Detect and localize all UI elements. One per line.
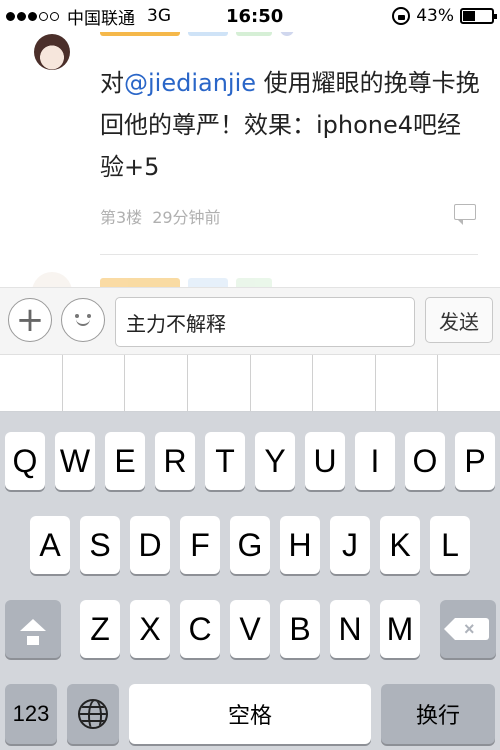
signal-strength-icon — [6, 11, 59, 21]
key-y[interactable]: Y — [255, 432, 295, 490]
key-t[interactable]: T — [205, 432, 245, 490]
key-m[interactable]: M — [380, 600, 420, 658]
key-z[interactable]: Z — [80, 600, 120, 658]
floor-number: 第3楼 — [100, 208, 143, 227]
return-key[interactable]: 换行 — [381, 684, 495, 744]
key-x[interactable]: X — [130, 600, 170, 658]
key-h[interactable]: H — [280, 516, 320, 574]
shift-icon[interactable] — [5, 600, 61, 658]
key-c[interactable]: C — [180, 600, 220, 658]
key-p[interactable]: P — [455, 432, 495, 490]
key-l[interactable]: L — [430, 516, 470, 574]
divider — [100, 254, 478, 255]
candidate-slot[interactable] — [125, 355, 188, 411]
key-a[interactable]: A — [30, 516, 70, 574]
emoji-icon[interactable] — [61, 298, 105, 342]
post-content: 对@jiedianjie 使用耀眼的挽尊卡挽回他的尊严！效果：iphone4吧经… — [100, 69, 480, 181]
numbers-key[interactable]: 123 — [5, 684, 57, 744]
orientation-lock-icon — [392, 7, 411, 25]
battery-percent: 43% — [416, 6, 454, 26]
mention-link[interactable]: @jiedianjie — [124, 69, 256, 97]
post-time: 29分钟前 — [152, 208, 221, 227]
key-b[interactable]: B — [280, 600, 320, 658]
key-s[interactable]: S — [80, 516, 120, 574]
reply-input[interactable]: 主力不解释 — [115, 297, 415, 347]
plus-icon[interactable]: + — [8, 298, 52, 342]
candidate-bar — [0, 355, 500, 412]
key-q[interactable]: Q — [5, 432, 45, 490]
comment-icon[interactable] — [454, 204, 476, 225]
candidate-slot[interactable] — [188, 355, 251, 411]
key-u[interactable]: U — [305, 432, 345, 490]
key-i[interactable]: I — [355, 432, 395, 490]
post-item: 对@jiedianjie 使用耀眼的挽尊卡挽回他的尊严！效果：iphone4吧经… — [0, 32, 500, 287]
key-w[interactable]: W — [55, 432, 95, 490]
key-e[interactable]: E — [105, 432, 145, 490]
key-v[interactable]: V — [230, 600, 270, 658]
key-d[interactable]: D — [130, 516, 170, 574]
candidate-slot[interactable] — [438, 355, 500, 411]
avatar[interactable] — [34, 34, 70, 70]
key-o[interactable]: O — [405, 432, 445, 490]
send-button[interactable]: 发送 — [425, 297, 493, 343]
candidate-slot[interactable] — [313, 355, 376, 411]
status-time: 16:50 — [226, 5, 284, 27]
user-info-strip — [100, 32, 380, 38]
space-key[interactable]: 空格 — [129, 684, 371, 744]
network-type: 3G — [147, 6, 171, 26]
globe-icon[interactable] — [67, 684, 119, 744]
key-k[interactable]: K — [380, 516, 420, 574]
candidate-slot[interactable] — [63, 355, 126, 411]
keyboard: Q W E R T Y U I O P A S D F G H J K L Z … — [0, 412, 500, 750]
key-j[interactable]: J — [330, 516, 370, 574]
next-post-avatar — [32, 272, 72, 287]
post-meta: 第3楼 29分钟前 — [100, 204, 221, 228]
battery-icon — [460, 8, 497, 24]
key-n[interactable]: N — [330, 600, 370, 658]
key-f[interactable]: F — [180, 516, 220, 574]
candidate-slot[interactable] — [251, 355, 314, 411]
candidate-slot[interactable] — [376, 355, 439, 411]
key-r[interactable]: R — [155, 432, 195, 490]
carrier-name: 中国联通 — [67, 8, 135, 29]
next-post-user-strip — [100, 278, 272, 287]
candidate-slot[interactable] — [0, 355, 63, 411]
backspace-icon[interactable]: × — [440, 600, 496, 658]
status-bar: 中国联通 3G 16:50 43% — [0, 0, 500, 32]
key-g[interactable]: G — [230, 516, 270, 574]
reply-input-bar: + 主力不解释 发送 — [0, 287, 500, 355]
